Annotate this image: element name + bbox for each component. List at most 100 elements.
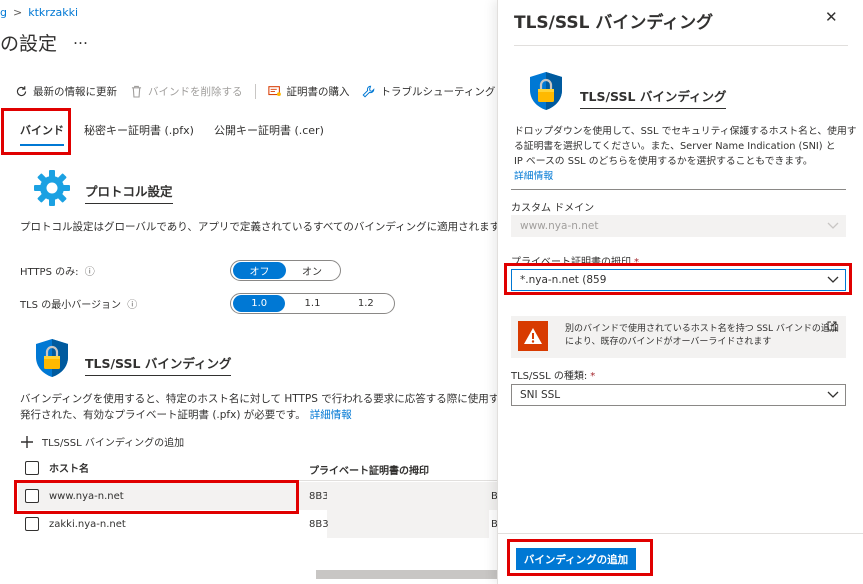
bindings-description: バインディングを使用すると、特定のホスト名に対して HTTPS で行われる要求に… bbox=[20, 391, 500, 423]
add-binding-button[interactable]: バインディングの追加 bbox=[516, 548, 636, 570]
https-only-off[interactable]: オフ bbox=[233, 262, 286, 279]
private-cert-thumbprint-label: プライベート証明書の拇印 * bbox=[511, 253, 639, 268]
shield-lock-icon bbox=[34, 338, 70, 378]
shield-lock-icon bbox=[528, 71, 564, 111]
external-link-icon[interactable] bbox=[827, 321, 837, 334]
protocol-settings-heading: プロトコル設定 bbox=[85, 181, 173, 204]
tls-min-version-label-text: TLS の最小バージョン bbox=[20, 300, 122, 311]
info-icon[interactable]: ⓘ bbox=[127, 300, 137, 311]
breadcrumb-separator: > bbox=[12, 6, 23, 19]
page-title: の設定 bbox=[0, 33, 58, 55]
certificate-purchase-icon bbox=[267, 84, 282, 98]
table-row-host-cell: www.nya-n.net bbox=[25, 489, 124, 503]
panel-heading: TLS/SSL バインディング bbox=[580, 86, 727, 109]
refresh-icon bbox=[14, 84, 28, 98]
private-cert-thumbprint-value: *.nya-n.net (859 bbox=[520, 274, 607, 286]
info-icon[interactable]: ⓘ bbox=[85, 267, 95, 278]
private-cert-thumbprint-label-text: プライベート証明書の拇印 bbox=[511, 257, 631, 268]
close-icon[interactable]: ✕ bbox=[825, 8, 838, 26]
plus-icon bbox=[20, 435, 34, 449]
panel-section-divider bbox=[511, 189, 846, 190]
tab-private-key-certificates[interactable]: 秘密キー証明書 (.pfx) bbox=[84, 122, 194, 146]
chevron-down-icon bbox=[827, 218, 839, 235]
ssl-type-select[interactable]: SNI SSL bbox=[511, 384, 846, 406]
breadcrumb-current[interactable]: ktkrzakki bbox=[28, 6, 78, 19]
trash-icon bbox=[129, 84, 143, 98]
https-only-on[interactable]: オン bbox=[286, 262, 338, 279]
bindings-description-line2: 発行された、有効なプライベート証明書 (.pfx) が必要です。 詳細情報 bbox=[20, 407, 500, 423]
host-name: zakki.nya-n.net bbox=[49, 518, 126, 530]
column-header-host[interactable]: ホスト名 bbox=[49, 460, 89, 475]
column-header-thumbprint[interactable]: プライベート証明書の拇印 bbox=[309, 462, 429, 477]
buy-certificate-button[interactable]: 証明書の購入 bbox=[267, 84, 350, 99]
refresh-button[interactable]: 最新の情報に更新 bbox=[14, 84, 117, 99]
wrench-icon bbox=[362, 84, 376, 98]
tab-bindings[interactable]: バインド bbox=[20, 122, 64, 146]
bindings-description-line1: バインディングを使用すると、特定のホスト名に対して HTTPS で行われる要求に… bbox=[20, 393, 500, 405]
breadcrumb: g > ktkrzakki bbox=[0, 6, 78, 19]
ssl-type-label-text: TLS/SSL の種類: bbox=[511, 371, 588, 382]
ssl-type-label: TLS/SSL の種類: * bbox=[511, 367, 595, 382]
custom-domain-select[interactable]: www.nya-n.net bbox=[511, 215, 846, 237]
breadcrumb-prev[interactable]: g bbox=[0, 6, 7, 19]
https-only-toggle[interactable]: オフ オン bbox=[230, 260, 341, 281]
table-header: ホスト名 bbox=[25, 460, 89, 475]
thumbprint-value: 8B3 bbox=[309, 491, 329, 502]
delete-binding-button[interactable]: バインドを削除する bbox=[129, 84, 243, 99]
troubleshoot-label: トラブルシューティング bbox=[380, 85, 496, 98]
tls-min-version-label: TLS の最小バージョン ⓘ bbox=[20, 296, 137, 311]
panel-description: ドロップダウンを使用して、SSL でセキュリティ保護するホスト名と、使用す る証… bbox=[514, 124, 857, 184]
gear-icon bbox=[32, 168, 72, 208]
delete-binding-label: バインドを削除する bbox=[148, 85, 243, 98]
panel-header-divider bbox=[514, 45, 848, 46]
tls-ssl-binding-panel: TLS/SSL バインディング ✕ TLS/SSL バインディング ドロップダウ… bbox=[497, 0, 863, 584]
warning-icon bbox=[518, 321, 548, 351]
command-bar: 最新の情報に更新 バインドを削除する 証明書の購入 トラブルシューティング ? bbox=[14, 83, 500, 99]
bindings-learn-more-link[interactable]: 詳細情報 bbox=[310, 409, 352, 421]
required-indicator: * bbox=[590, 371, 596, 382]
bindings-description-text: 発行された、有効なプライベート証明書 (.pfx) が必要です。 bbox=[20, 409, 306, 421]
custom-domain-label: カスタム ドメイン bbox=[511, 203, 595, 214]
panel-learn-more-link[interactable]: 詳細情報 bbox=[514, 169, 857, 184]
panel-description-line3: IP ベースの SSL のどちらを使用するかを選択することもできます。 bbox=[514, 156, 813, 167]
warning-text: 別のバインドで使用されているホスト名を持つ SSL バインドの追加 により、既存… bbox=[565, 323, 839, 349]
https-only-label: HTTPS のみ: ⓘ bbox=[20, 263, 95, 278]
redacted-region bbox=[327, 486, 489, 538]
ssl-type-value: SNI SSL bbox=[520, 389, 561, 401]
tls-version-1-1[interactable]: 1.1 bbox=[285, 295, 339, 312]
panel-description-line1: ドロップダウンを使用して、SSL でセキュリティ保護するホスト名と、使用す bbox=[514, 126, 857, 137]
tls-min-version-selector[interactable]: 1.0 1.1 1.2 bbox=[230, 293, 395, 314]
more-options-button[interactable]: … bbox=[73, 30, 89, 48]
row-checkbox[interactable] bbox=[25, 517, 39, 531]
settings-page: g > ktkrzakki の設定 … 最新の情報に更新 バインドを削除する 証明書… bbox=[0, 0, 500, 584]
row-checkbox[interactable] bbox=[25, 489, 39, 503]
toolbar-divider bbox=[254, 83, 256, 99]
panel-description-line2: る証明書を選択してください。また、Server Name Indication … bbox=[514, 141, 836, 152]
horizontal-scrollbar[interactable] bbox=[316, 570, 500, 579]
tab-public-key-certificates[interactable]: 公開キー証明書 (.cer) bbox=[214, 122, 324, 146]
tab-bar: バインド 秘密キー証明書 (.pfx) 公開キー証明書 (.cer) bbox=[20, 122, 344, 146]
select-all-checkbox[interactable] bbox=[25, 460, 39, 475]
https-only-label-text: HTTPS のみ: bbox=[20, 267, 79, 278]
troubleshoot-button[interactable]: トラブルシューティング bbox=[362, 84, 496, 99]
warning-message: 別のバインドで使用されているホスト名を持つ SSL バインドの追加 により、既存… bbox=[511, 316, 846, 358]
warning-text-line1: 別のバインドで使用されているホスト名を持つ SSL バインドの追加 bbox=[565, 324, 839, 334]
warning-text-line2: により、既存のバインドがオーバーライドされます bbox=[565, 337, 772, 347]
host-name: www.nya-n.net bbox=[49, 490, 124, 502]
chevron-down-icon bbox=[827, 387, 839, 404]
custom-domain-value: www.nya-n.net bbox=[520, 220, 599, 232]
panel-title: TLS/SSL バインディング bbox=[514, 13, 714, 33]
add-binding-label: TLS/SSL バインディングの追加 bbox=[42, 438, 185, 449]
tls-version-1-2[interactable]: 1.2 bbox=[340, 295, 392, 312]
protocol-settings-description: プロトコル設定はグローバルであり、アプリで定義されているすべてのバインディングに… bbox=[20, 221, 500, 233]
buy-certificate-label: 証明書の購入 bbox=[286, 85, 350, 98]
table-divider bbox=[18, 480, 500, 481]
required-indicator: * bbox=[634, 257, 639, 268]
thumbprint-value: 8B3 bbox=[309, 519, 329, 530]
add-binding-command[interactable]: TLS/SSL バインディングの追加 bbox=[20, 434, 184, 449]
bindings-heading: TLS/SSL バインディング bbox=[85, 353, 232, 376]
private-cert-thumbprint-select[interactable]: *.nya-n.net (859 bbox=[511, 269, 846, 291]
panel-footer-divider bbox=[498, 533, 863, 534]
tls-version-1-0[interactable]: 1.0 bbox=[233, 295, 286, 312]
table-row-host-cell: zakki.nya-n.net bbox=[25, 517, 126, 531]
